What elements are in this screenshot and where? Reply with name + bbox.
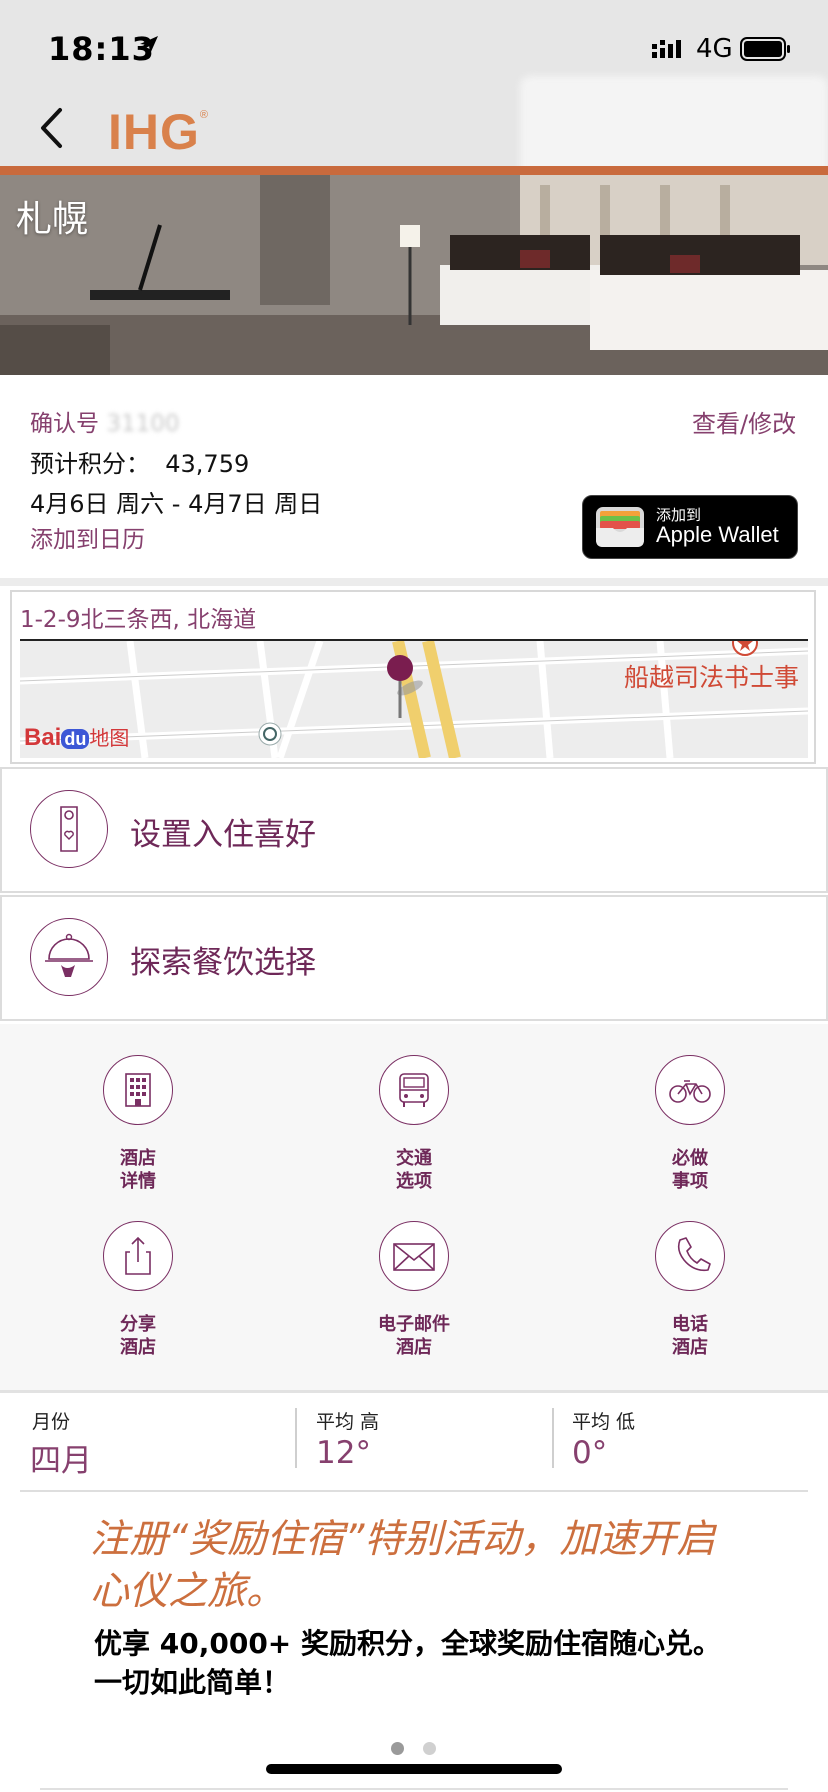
home-indicator[interactable] [266,1764,562,1774]
bottom-divider [40,1788,788,1790]
things-to-do-label[interactable]: 必做 事项 [610,1147,770,1193]
add-to-calendar-link[interactable]: 添加到日历 [30,520,145,554]
weather-divider [0,1390,828,1393]
room-illustration [0,175,828,375]
weather-bottom-divider [20,1490,808,1492]
hotel-address: 1-2-9北三条西, 北海道 [20,607,257,633]
section-divider [0,578,828,586]
map-pin-icon [387,655,423,718]
wallet-icon [596,507,644,547]
dining-options-row[interactable] [0,895,828,1021]
hotel-room-photo [0,175,828,375]
checkin-preferences-row[interactable] [0,767,828,893]
building-icon[interactable] [103,1055,173,1125]
call-hotel-label[interactable]: 电话 酒店 [610,1313,770,1359]
avg-low-value: 0° [572,1435,608,1471]
avg-high-label: 平均 高 [316,1411,380,1433]
promo-body: 优享 40,000+ 奖励积分，全球奖励住宿随心兑。一切如此简单！ [94,1627,722,1699]
checkin-preferences-label: 设置入住喜好 [130,817,316,853]
view-modify-link[interactable]: 查看/修改 [692,404,796,439]
carousel-dot-active[interactable] [391,1742,404,1755]
share-hotel-label[interactable]: 分享 酒店 [58,1313,218,1359]
avg-high-value: 12° [316,1435,371,1471]
share-icon[interactable] [103,1221,173,1291]
month-value: 四月 [30,1443,92,1479]
door-hanger-icon [30,790,108,868]
signal-icon [652,40,681,58]
back-chevron-icon[interactable] [38,106,64,150]
wallet-big-label: Apple Wallet [656,522,779,547]
promo-title[interactable]: 注册“奖励住宿”特别活动，加速开启心仪之旅。 [90,1514,730,1618]
envelope-icon[interactable] [379,1221,449,1291]
battery-icon [740,37,790,61]
hotel-details-label[interactable]: 酒店 详情 [58,1147,218,1193]
weather-separator [552,1408,554,1468]
transport-options-label[interactable]: 交通 选项 [334,1147,494,1193]
estimated-points: 预计积分： 43,759 [30,450,250,478]
network-type: 4G [696,34,733,64]
email-hotel-label[interactable]: 电子邮件 酒店 [334,1313,494,1359]
carousel-dot[interactable] [423,1742,436,1755]
ihg-logo: IHG® [108,104,210,160]
bus-icon[interactable] [379,1055,449,1125]
food-cloche-icon [30,918,108,996]
map-poi-label: 船越司法书士事 [624,663,800,692]
confirmation-number: 确认号 31100 [30,411,180,437]
dining-options-label: 探索餐饮选择 [130,945,316,981]
stay-dates: 4月6日 周六 - 4月7日 周日 [30,490,323,518]
location-arrow-icon [140,36,158,54]
accent-line [0,166,828,175]
phone-icon[interactable] [655,1221,725,1291]
weather-separator [295,1408,297,1468]
bicycle-icon[interactable] [655,1055,725,1125]
month-label: 月份 [32,1411,71,1433]
city-title: 札幌 [16,199,89,240]
avg-low-label: 平均 低 [572,1411,636,1433]
baidu-map-logo: Bai du 地图 [24,724,130,751]
